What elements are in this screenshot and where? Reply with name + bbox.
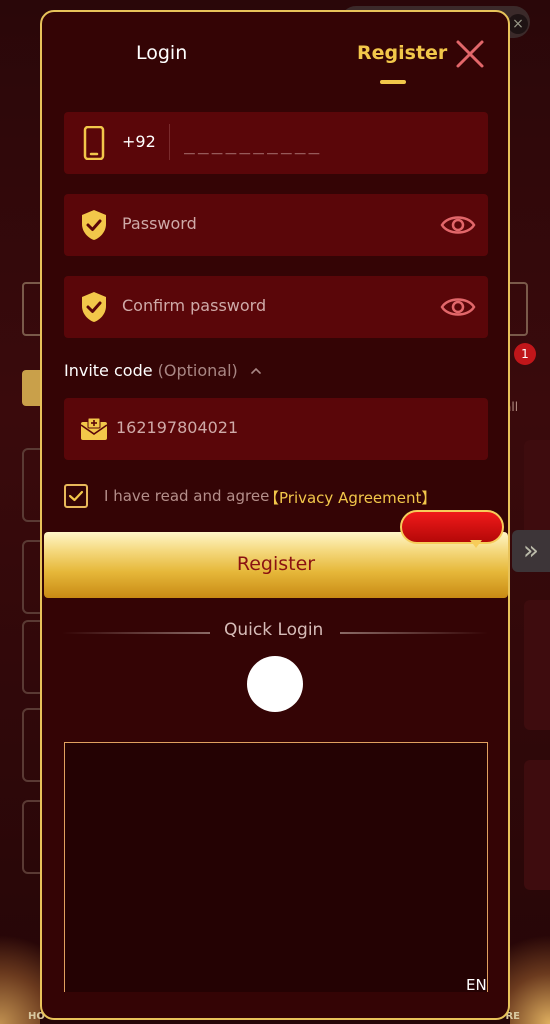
background-side-card: [524, 760, 550, 890]
shield-check-icon: [82, 292, 106, 322]
quick-login-divider: Quick Login: [62, 620, 488, 644]
notification-badge: 1: [514, 343, 536, 365]
quick-login-label: Quick Login: [224, 620, 324, 640]
tab-login[interactable]: Login: [136, 42, 187, 64]
background-decoration-right: [510, 904, 550, 1024]
background-chevron-icon: »: [512, 530, 550, 572]
phone-field: +92: [64, 112, 488, 174]
background-close-icon: ×: [508, 14, 528, 34]
agreement-row: I have read and agree 【Privacy Agreement…: [64, 484, 504, 512]
confirm-password-placeholder: Confirm password: [122, 296, 267, 315]
register-modal: Login Register +92 Password: [40, 10, 510, 1020]
content-frame: [64, 742, 488, 992]
background-decoration-left: [0, 904, 40, 1024]
language-selector[interactable]: EN: [466, 976, 487, 994]
auth-tabs: Login Register: [42, 12, 508, 102]
divider-line-left: [62, 632, 210, 634]
chevron-up-icon[interactable]: [251, 366, 261, 376]
eye-icon[interactable]: [440, 292, 476, 322]
shield-check-icon: [82, 210, 106, 240]
eye-icon[interactable]: [440, 210, 476, 240]
active-tab-indicator: [380, 80, 406, 84]
background-side-card: [524, 600, 550, 730]
close-icon[interactable]: [454, 38, 486, 70]
agreement-checkbox[interactable]: [64, 484, 88, 508]
invite-code-title: Invite code: [64, 361, 153, 380]
promo-bubble: [400, 510, 504, 544]
country-code[interactable]: +92: [122, 132, 156, 151]
phone-divider: [169, 124, 170, 160]
privacy-agreement-link[interactable]: 【Privacy Agreement】: [264, 487, 436, 508]
invite-optional-label: (Optional): [157, 361, 238, 380]
invite-code-label[interactable]: Invite code (Optional): [64, 361, 261, 380]
divider-line-right: [340, 632, 488, 634]
invite-code-value[interactable]: 162197804021: [116, 418, 238, 437]
quick-login-option[interactable]: [247, 656, 303, 712]
phone-icon: [83, 126, 105, 160]
confirm-password-field[interactable]: Confirm password: [64, 276, 488, 338]
password-field[interactable]: Password: [64, 194, 488, 256]
promo-bubble-tail: [470, 540, 482, 548]
agreement-text: I have read and agree: [104, 487, 270, 505]
mail-plus-icon: [80, 417, 108, 440]
checkmark-icon: [68, 490, 84, 502]
phone-input[interactable]: [182, 126, 476, 162]
invite-code-field[interactable]: 162197804021: [64, 398, 488, 460]
tab-register[interactable]: Register: [357, 42, 447, 64]
password-placeholder: Password: [122, 214, 197, 233]
